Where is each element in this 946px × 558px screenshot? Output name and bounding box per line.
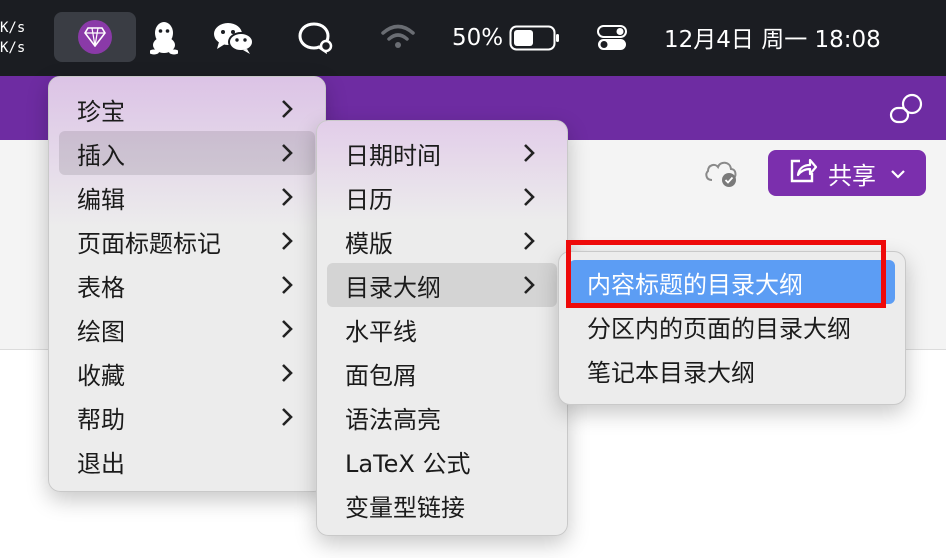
menu-item-label: 模版 <box>345 229 393 258</box>
menu-item-syntax-highlight[interactable]: 语法高亮 <box>327 395 557 439</box>
menu-item-horizontal-line[interactable]: 水平线 <box>327 307 557 351</box>
chevron-right-icon <box>282 232 293 250</box>
menu-item-table-of-contents[interactable]: 目录大纲 <box>327 263 557 307</box>
battery-icon[interactable] <box>508 24 562 52</box>
chevron-right-icon <box>282 408 293 426</box>
share-icon <box>788 157 818 189</box>
menu-item-calendar[interactable]: 日历 <box>327 175 557 219</box>
menu-item-label: 绘图 <box>77 317 125 346</box>
menu-item-toc-section-pages[interactable]: 分区内的页面的目录大纲 <box>569 304 895 348</box>
menu-item-label: 日期时间 <box>345 141 441 170</box>
chevron-right-icon <box>524 144 535 162</box>
menu-item-template[interactable]: 模版 <box>327 219 557 263</box>
menu-item-label: 水平线 <box>345 317 417 346</box>
share-button[interactable]: 共享 <box>768 150 926 196</box>
menu-item-label: 日历 <box>345 185 393 214</box>
wechat-icon[interactable] <box>212 20 256 56</box>
menu-item-latex-formula[interactable]: LaTeX 公式 <box>327 439 557 483</box>
chevron-right-icon <box>282 320 293 338</box>
chevron-right-icon <box>282 144 293 162</box>
chevron-right-icon <box>282 188 293 206</box>
insert-submenu: 日期时间 日历 模版 目录大纲 水平线 面包屑 语法高亮 LaTeX 公式 变量… <box>316 120 568 536</box>
macos-menubar: K/s K/s 50% 12月4日 周一 18:08 <box>0 0 946 76</box>
menu-item-label: 笔记本目录大纲 <box>587 358 755 387</box>
chevron-right-icon <box>524 232 535 250</box>
cloud-sync-icon[interactable] <box>702 156 742 192</box>
menu-item-insert[interactable]: 插入 <box>59 131 315 175</box>
chevron-right-icon <box>282 100 293 118</box>
net-speed-down: K/s <box>0 40 26 56</box>
chevron-right-icon <box>524 276 535 294</box>
menu-item-favorites[interactable]: 收藏 <box>59 351 315 395</box>
menu-item-table[interactable]: 表格 <box>59 263 315 307</box>
control-center-icon[interactable] <box>596 24 628 52</box>
chevron-right-icon <box>524 188 535 206</box>
menu-item-label: 页面标题标记 <box>77 229 221 258</box>
menu-item-label: 表格 <box>77 273 125 302</box>
gem-app-menubar-button[interactable] <box>54 12 136 62</box>
menu-item-label: 面包屑 <box>345 361 417 390</box>
chevron-down-icon <box>890 164 906 183</box>
menu-item-page-title-tags[interactable]: 页面标题标记 <box>59 219 315 263</box>
menu-item-label: 插入 <box>77 141 125 170</box>
menu-item-label: 收藏 <box>77 361 125 390</box>
annotation-highlight-box <box>566 240 886 308</box>
menu-item-treasures[interactable]: 珍宝 <box>59 87 315 131</box>
menu-item-label: 帮助 <box>77 405 125 434</box>
menu-item-help[interactable]: 帮助 <box>59 395 315 439</box>
app-main-menu: 珍宝 插入 编辑 页面标题标记 表格 绘图 收藏 帮助 退出 <box>48 76 326 492</box>
qq-icon[interactable] <box>148 20 180 56</box>
menu-item-edit[interactable]: 编辑 <box>59 175 315 219</box>
feedback-icon[interactable] <box>888 92 924 130</box>
chevron-right-icon <box>282 276 293 294</box>
menu-item-datetime[interactable]: 日期时间 <box>327 131 557 175</box>
menu-item-label: LaTeX 公式 <box>345 449 471 478</box>
menu-item-label: 珍宝 <box>77 97 125 126</box>
menu-item-breadcrumb[interactable]: 面包屑 <box>327 351 557 395</box>
net-speed-up: K/s <box>0 20 26 36</box>
menu-item-variable-link[interactable]: 变量型链接 <box>327 483 557 527</box>
menu-item-label: 分区内的页面的目录大纲 <box>587 314 851 343</box>
menu-item-label: 变量型链接 <box>345 493 465 522</box>
wifi-icon[interactable] <box>380 22 416 52</box>
menu-item-label: 目录大纲 <box>345 273 441 302</box>
menubar-datetime[interactable]: 12月4日 周一 18:08 <box>664 22 881 53</box>
menu-item-label: 退出 <box>77 449 125 478</box>
menu-item-label: 编辑 <box>77 185 125 214</box>
share-label: 共享 <box>828 161 876 190</box>
gem-app-icon <box>78 20 112 54</box>
network-speed: K/s K/s <box>0 18 25 58</box>
menu-item-toc-notebook[interactable]: 笔记本目录大纲 <box>569 348 895 392</box>
battery-percent: 50% <box>452 25 504 51</box>
search-chat-icon[interactable] <box>296 20 336 56</box>
menu-item-draw[interactable]: 绘图 <box>59 307 315 351</box>
chevron-right-icon <box>282 364 293 382</box>
menu-item-label: 语法高亮 <box>345 405 441 434</box>
menu-item-quit[interactable]: 退出 <box>59 439 315 483</box>
